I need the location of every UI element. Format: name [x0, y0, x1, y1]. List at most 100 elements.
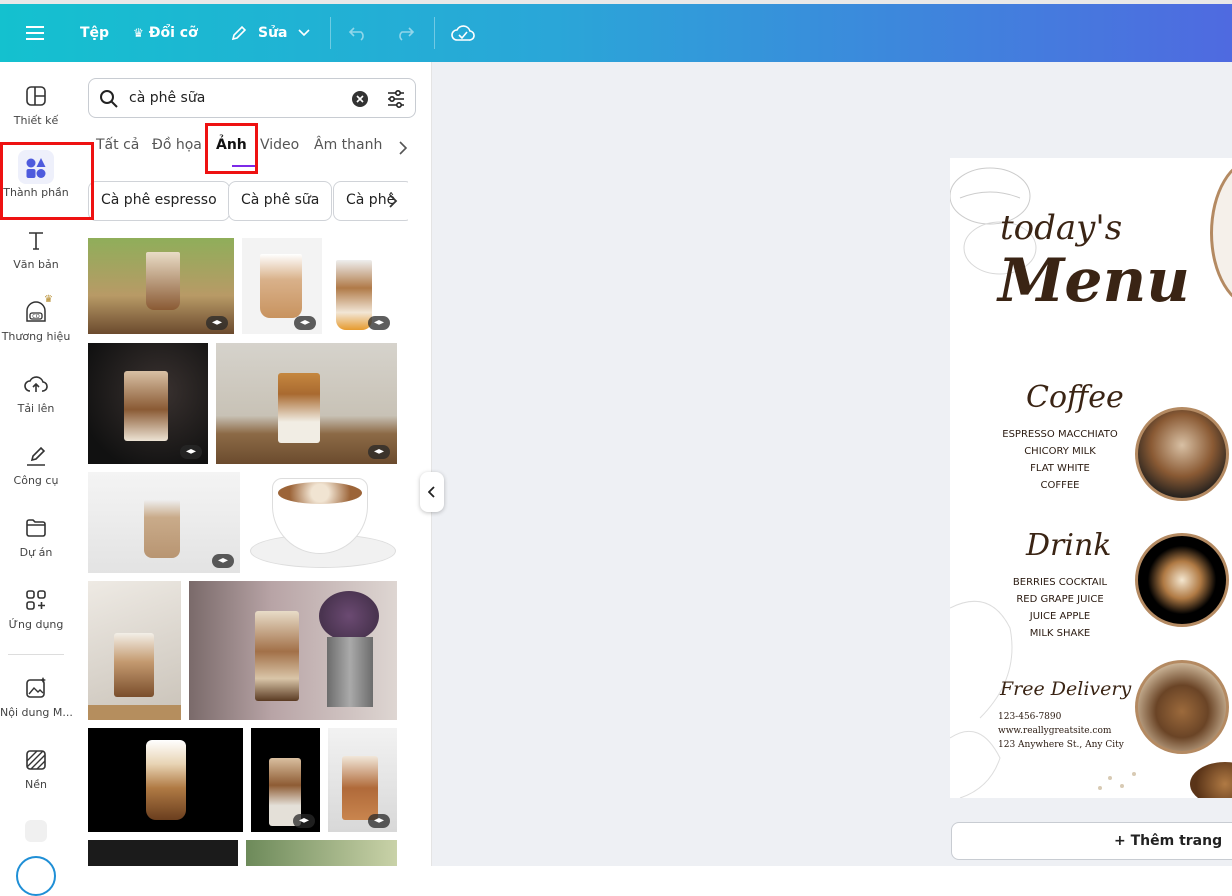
menu-item: COFFEE	[1040, 480, 1080, 491]
resize-button[interactable]: ♛ Đổi cỡ	[133, 4, 198, 62]
photo-result[interactable]	[88, 581, 181, 720]
menu-item: JUICE APPLE	[1029, 611, 1091, 622]
sidebar-item-label: Nền	[25, 778, 47, 791]
file-menu-button[interactable]: Tệp	[80, 4, 109, 62]
svg-text:CO: CO	[32, 314, 39, 320]
contact-info: 123-456-7890 www.reallygreatsite.com 123…	[998, 710, 1124, 752]
drink-item-list: BERRIES COCKTAIL RED GRAPE JUICE JUICE A…	[998, 574, 1122, 642]
sidebar-item-label: Tải lên	[17, 402, 55, 415]
tab-audio[interactable]: Âm thanh	[314, 137, 382, 153]
filter-settings-icon[interactable]	[386, 89, 406, 109]
clear-search-icon[interactable]	[351, 90, 369, 108]
chevron-left-icon	[428, 486, 435, 498]
chip-milk-coffee[interactable]: Cà phê sữa	[228, 181, 333, 221]
coffee-photo-circle	[1135, 407, 1229, 501]
sidebar-item-text[interactable]: Văn bản	[0, 228, 72, 296]
coffee-section-title: Coffee	[1026, 380, 1124, 415]
undo-icon[interactable]	[348, 4, 368, 62]
cookies-photo-circle	[1135, 660, 1229, 754]
sidebar-item-label: Văn bản	[13, 258, 59, 271]
drink-photo-circle	[1135, 533, 1229, 627]
menu-heading: Menu	[998, 246, 1190, 316]
photo-result[interactable]	[189, 581, 397, 720]
premium-badge-icon	[368, 316, 390, 330]
photo-result[interactable]	[242, 238, 322, 334]
photo-result[interactable]	[251, 728, 320, 832]
sidebar-item-label: Công cụ	[13, 474, 59, 487]
sidebar-item-label: Ứng dụng	[8, 618, 64, 631]
text-icon	[29, 232, 43, 250]
sidebar-item-brand[interactable]: CO ♛ Thương hiệu	[0, 294, 72, 368]
resize-label: Đổi cỡ	[148, 25, 198, 41]
magic-media-icon	[26, 677, 46, 698]
sidebar-item-background[interactable]: Nền	[0, 748, 72, 816]
cloud-saved-icon[interactable]	[451, 4, 475, 62]
toolbar-divider	[434, 17, 435, 49]
top-toolbar: Tệp ♛ Đổi cỡ Sửa	[0, 4, 1232, 62]
chevron-right-icon[interactable]	[388, 194, 398, 208]
photo-result[interactable]	[328, 728, 397, 832]
premium-badge-icon	[368, 814, 390, 828]
photo-result[interactable]	[88, 343, 208, 464]
premium-badge-icon	[212, 554, 234, 568]
sidebar-item-label: Dự án	[19, 546, 53, 559]
tab-graphics[interactable]: Đồ họa	[152, 137, 202, 153]
website: www.reallygreatsite.com	[998, 726, 1112, 736]
menu-design-page[interactable]: today's Menu Coffee ESPRESSO MACCHIATO C…	[950, 158, 1232, 798]
menu-item: ESPRESSO MACCHIATO	[1002, 429, 1118, 440]
sidebar-item-projects[interactable]: Dự án	[0, 516, 72, 584]
redo-icon[interactable]	[395, 4, 415, 62]
crown-icon: ♛	[133, 26, 144, 40]
sidebar-item-magic-media[interactable]: Nội dung M...	[0, 676, 73, 744]
menu-item: MILK SHAKE	[1029, 628, 1091, 639]
hamburger-menu-icon[interactable]	[26, 4, 46, 62]
sidebar-item-tools[interactable]: Công cụ	[0, 444, 72, 512]
premium-badge-icon	[368, 445, 390, 459]
premium-badge-icon	[294, 316, 316, 330]
add-page-button[interactable]: + Thêm trang	[951, 822, 1232, 860]
chip-espresso[interactable]: Cà phê espresso	[88, 181, 230, 221]
photo-result[interactable]	[88, 728, 243, 832]
search-value: cà phê sữa	[129, 90, 206, 106]
avatar[interactable]	[16, 856, 56, 896]
elements-panel: cà phê sữa Tất cả Đồ họa Ảnh Video Âm th…	[72, 62, 432, 866]
photo-result[interactable]	[88, 840, 238, 866]
more-apps-icon[interactable]	[25, 820, 47, 842]
photo-result[interactable]	[246, 840, 397, 866]
upload-cloud-icon	[24, 376, 48, 392]
photo-result[interactable]	[88, 238, 234, 334]
menu-item: CHICORY MILK	[1024, 446, 1096, 457]
chevron-down-icon	[297, 29, 310, 37]
menu-item: BERRIES COCKTAIL	[1012, 577, 1108, 588]
premium-badge-icon	[180, 445, 202, 459]
edit-mode-button[interactable]: Sửa	[230, 4, 310, 62]
highlight-photos-tab	[205, 123, 258, 174]
photo-result[interactable]	[216, 343, 397, 464]
search-icon	[100, 90, 118, 108]
coffee-item-list: ESPRESSO MACCHIATO CHICORY MILK FLAT WHI…	[998, 426, 1122, 494]
premium-badge-icon	[293, 814, 315, 828]
sidebar-item-apps[interactable]: Ứng dụng	[0, 588, 72, 656]
toolbar-divider	[330, 17, 331, 49]
tab-all[interactable]: Tất cả	[96, 137, 139, 153]
address: 123 Anywhere St., Any City	[998, 740, 1124, 750]
sidebar-item-uploads[interactable]: Tải lên	[0, 372, 72, 440]
collapse-panel-button[interactable]	[420, 472, 444, 512]
draw-icon	[27, 446, 46, 466]
pencil-icon	[230, 24, 248, 42]
edit-label: Sửa	[258, 25, 288, 41]
layout-icon	[26, 86, 46, 106]
folder-icon	[26, 519, 46, 537]
add-page-label: + Thêm trang	[1114, 833, 1223, 849]
sidebar-divider	[8, 654, 64, 655]
chevron-right-icon[interactable]	[398, 141, 408, 155]
premium-badge-icon	[206, 316, 228, 330]
drink-section-title: Drink	[1026, 528, 1112, 563]
photo-result[interactable]	[328, 238, 400, 334]
photo-result[interactable]	[246, 472, 397, 573]
apps-icon	[26, 590, 46, 610]
tab-videos[interactable]: Video	[260, 137, 299, 153]
design-canvas-area: today's Menu Coffee ESPRESSO MACCHIATO C…	[432, 62, 1232, 866]
search-input[interactable]: cà phê sữa	[88, 78, 416, 118]
photo-result[interactable]	[88, 472, 240, 573]
